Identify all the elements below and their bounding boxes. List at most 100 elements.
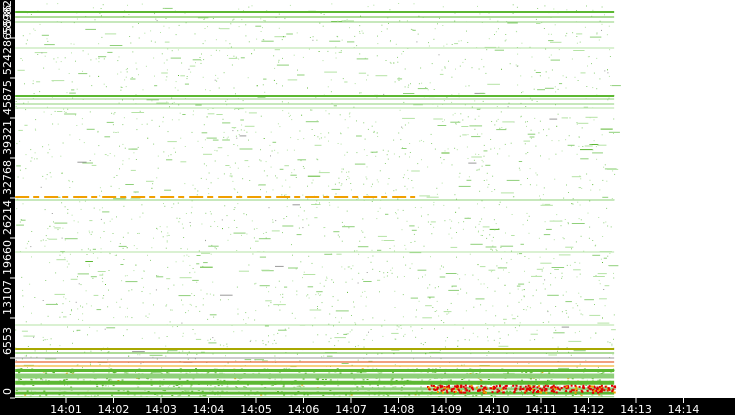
scatter-point xyxy=(483,155,485,157)
scatter-point xyxy=(42,300,44,301)
scatter-point xyxy=(237,203,239,205)
scatter-point xyxy=(119,145,120,147)
scatter-point xyxy=(288,267,298,269)
scatter-point xyxy=(391,272,393,274)
scatter-point xyxy=(22,35,24,37)
scatter-point-red xyxy=(436,386,439,389)
scatter-point xyxy=(439,367,441,369)
scatter-point xyxy=(524,143,526,145)
scatter-point xyxy=(254,283,256,285)
scatter-point xyxy=(82,313,84,315)
scatter-point xyxy=(21,276,23,278)
scatter-point xyxy=(70,372,73,373)
scatter-point xyxy=(430,133,432,135)
scatter-point xyxy=(516,31,518,33)
scatter-point xyxy=(499,337,501,339)
scatter-point xyxy=(568,135,570,137)
scatter-point xyxy=(230,173,232,175)
scatter-point xyxy=(454,20,456,22)
scatter-point xyxy=(191,293,193,295)
scatter-point xyxy=(360,295,362,297)
scatter-point xyxy=(366,166,368,168)
scatter-point xyxy=(607,341,609,343)
scatter-point xyxy=(571,203,573,205)
scatter-point xyxy=(272,343,274,345)
scatter-point xyxy=(483,66,485,68)
scatter-point xyxy=(475,395,478,397)
scatter-point xyxy=(50,338,52,340)
scatter-point xyxy=(424,342,426,343)
scatter-point xyxy=(279,309,281,311)
scatter-point xyxy=(111,218,113,220)
scatter-point xyxy=(599,189,601,191)
scatter-point xyxy=(35,129,37,131)
scatter-point xyxy=(535,172,537,174)
scatter-point xyxy=(232,19,234,21)
scatter-point xyxy=(593,119,595,121)
scatter-point xyxy=(357,359,359,361)
scatter-point xyxy=(579,175,581,177)
scatter-point xyxy=(598,279,600,281)
scatter-point xyxy=(122,163,124,165)
scatter-point xyxy=(208,172,210,174)
scatter-point xyxy=(573,269,581,271)
scatter-point xyxy=(166,336,168,337)
scatter-point xyxy=(604,164,606,166)
scatter-point xyxy=(462,61,464,63)
scatter-point xyxy=(536,184,538,186)
scatter-point xyxy=(156,276,164,278)
scatter-point xyxy=(586,86,588,87)
scatter-point xyxy=(166,241,168,243)
scatter-point xyxy=(600,258,602,260)
scatter-point xyxy=(401,53,403,55)
scatter-point xyxy=(84,351,86,353)
scatter-point xyxy=(577,305,579,307)
scatter-point xyxy=(82,379,85,381)
scatter-point-red xyxy=(477,389,480,392)
scatter-point xyxy=(286,206,288,208)
scatter-point xyxy=(428,45,430,47)
scatter-point xyxy=(125,69,127,71)
scatter-point xyxy=(340,143,342,145)
scatter-point xyxy=(196,281,198,283)
scatter-point xyxy=(325,110,327,112)
scatter-point xyxy=(154,41,156,43)
scatter-point xyxy=(572,307,574,309)
scatter-point xyxy=(393,153,395,155)
scatter-point xyxy=(566,117,568,119)
scatter-point xyxy=(410,83,411,85)
scatter-point xyxy=(210,225,212,227)
scatter-point xyxy=(500,192,514,194)
scatter-point xyxy=(247,317,249,319)
scatter-point xyxy=(338,182,340,184)
scatter-point xyxy=(464,217,471,219)
scatter-point xyxy=(277,123,279,125)
scatter-point xyxy=(557,346,559,348)
scatter-point xyxy=(125,281,138,283)
scatter-point xyxy=(114,112,116,114)
scatter-point xyxy=(376,368,378,369)
scatter-point xyxy=(384,319,386,321)
scatter-point xyxy=(214,160,216,162)
scatter-point xyxy=(347,176,349,177)
scatter-point xyxy=(520,116,522,118)
scatter-point xyxy=(429,82,431,84)
scatter-point xyxy=(81,123,83,125)
scatter-point xyxy=(100,8,102,9)
scatter-point xyxy=(531,56,533,58)
scatter-point xyxy=(96,386,99,388)
scatter-point xyxy=(455,122,457,124)
scatter-point xyxy=(245,312,247,314)
scatter-point xyxy=(273,334,275,336)
scatter-point xyxy=(289,114,291,116)
scatter-point xyxy=(120,71,122,73)
scatter-point-red xyxy=(533,385,536,388)
scatter-point xyxy=(297,69,298,71)
scatter-point xyxy=(337,379,339,381)
scatter-point xyxy=(97,131,99,133)
scatter-point xyxy=(504,284,506,286)
scatter-point xyxy=(238,26,240,28)
scatter-point xyxy=(321,356,323,358)
scatter-point xyxy=(91,85,93,87)
scatter-point xyxy=(362,379,365,381)
